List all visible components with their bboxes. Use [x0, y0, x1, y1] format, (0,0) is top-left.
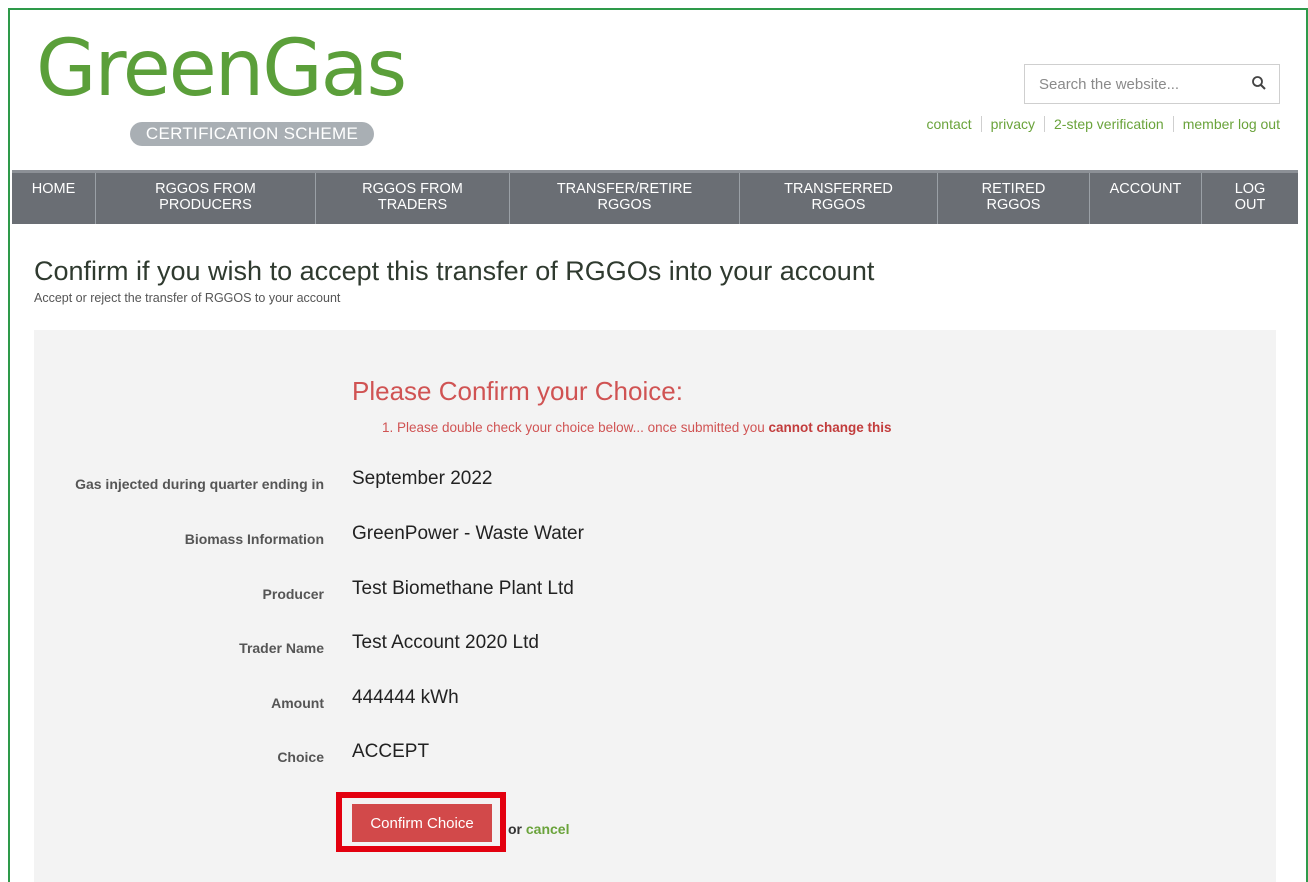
divider: [1044, 116, 1045, 132]
nav-rggos-from-producers[interactable]: RGGOS FROM PRODUCERS: [96, 173, 316, 224]
nav-transferred-rggos[interactable]: TRANSFERRED RGGOS: [740, 173, 938, 224]
field-label: Gas injected during quarter ending in: [75, 476, 324, 492]
field-label: Trader Name: [239, 640, 324, 656]
cancel-row: or cancel: [508, 821, 569, 837]
search-box: [1024, 64, 1280, 104]
field-label: Producer: [262, 586, 324, 602]
nav-retired-rggos[interactable]: RETIRED RGGOS: [938, 173, 1090, 224]
confirm-warning-text: 1. Please double check your choice below…: [382, 420, 769, 435]
logo-subtitle: CERTIFICATION SCHEME: [130, 122, 374, 146]
link-member-log-out[interactable]: member log out: [1183, 116, 1280, 132]
field-value: Test Biomethane Plant Ltd: [352, 578, 574, 599]
or-text: or: [508, 821, 522, 837]
field-row-producer: Producer Test Biomethane Plant Ltd: [34, 578, 934, 608]
confirm-warning: 1. Please double check your choice below…: [382, 420, 892, 435]
field-value: September 2022: [352, 468, 493, 489]
page-frame: GreenGas CERTIFICATION SCHEME contact pr…: [8, 8, 1308, 882]
confirm-choice-button[interactable]: Confirm Choice: [352, 804, 492, 842]
field-label: Choice: [277, 749, 324, 765]
top-links: contact privacy 2-step verification memb…: [927, 116, 1280, 132]
field-row-trader: Trader Name Test Account 2020 Ltd: [34, 632, 934, 662]
page-subtitle: Accept or reject the transfer of RGGOS t…: [34, 291, 341, 305]
field-row-quarter: Gas injected during quarter ending in Se…: [34, 468, 934, 498]
link-contact[interactable]: contact: [927, 116, 972, 132]
field-row-amount: Amount 444444 kWh: [34, 687, 934, 717]
nav-home[interactable]: HOME: [12, 173, 96, 224]
confirm-heading: Please Confirm your Choice:: [352, 376, 683, 406]
field-value: ACCEPT: [352, 741, 430, 762]
search-input[interactable]: [1025, 65, 1235, 103]
field-label: Biomass Information: [184, 531, 324, 547]
nav-rggos-from-traders[interactable]: RGGOS FROM TRADERS: [316, 173, 510, 224]
divider: [1172, 116, 1174, 132]
field-value: Test Account 2020 Ltd: [352, 632, 539, 653]
field-label: Amount: [271, 695, 324, 711]
field-row-choice: Choice ACCEPT: [34, 741, 934, 771]
nav-log-out[interactable]: LOG OUT: [1202, 173, 1298, 224]
page-title: Confirm if you wish to accept this trans…: [34, 256, 875, 286]
link-privacy[interactable]: privacy: [991, 116, 1035, 132]
field-value: 444444 kWh: [352, 687, 459, 708]
field-value: GreenPower - Waste Water: [352, 523, 584, 544]
confirm-warning-emphasis: cannot change this: [768, 420, 892, 435]
field-row-biomass: Biomass Information GreenPower - Waste W…: [34, 523, 934, 553]
confirm-panel: Please Confirm your Choice: 1. Please do…: [34, 330, 1276, 882]
cancel-link[interactable]: cancel: [526, 821, 570, 837]
search-icon[interactable]: [1251, 75, 1267, 91]
link-2-step-verification[interactable]: 2-step verification: [1054, 116, 1164, 132]
confirm-button-highlight: Confirm Choice: [336, 792, 506, 852]
nav-transfer-retire-rggos[interactable]: TRANSFER/RETIRE RGGOS: [510, 173, 740, 224]
logo-wordmark: GreenGas: [36, 24, 407, 114]
nav-account[interactable]: ACCOUNT: [1090, 173, 1202, 224]
divider: [980, 116, 982, 132]
main-nav: HOME RGGOS FROM PRODUCERS RGGOS FROM TRA…: [12, 170, 1298, 224]
greengas-logo[interactable]: GreenGas CERTIFICATION SCHEME: [36, 24, 476, 148]
